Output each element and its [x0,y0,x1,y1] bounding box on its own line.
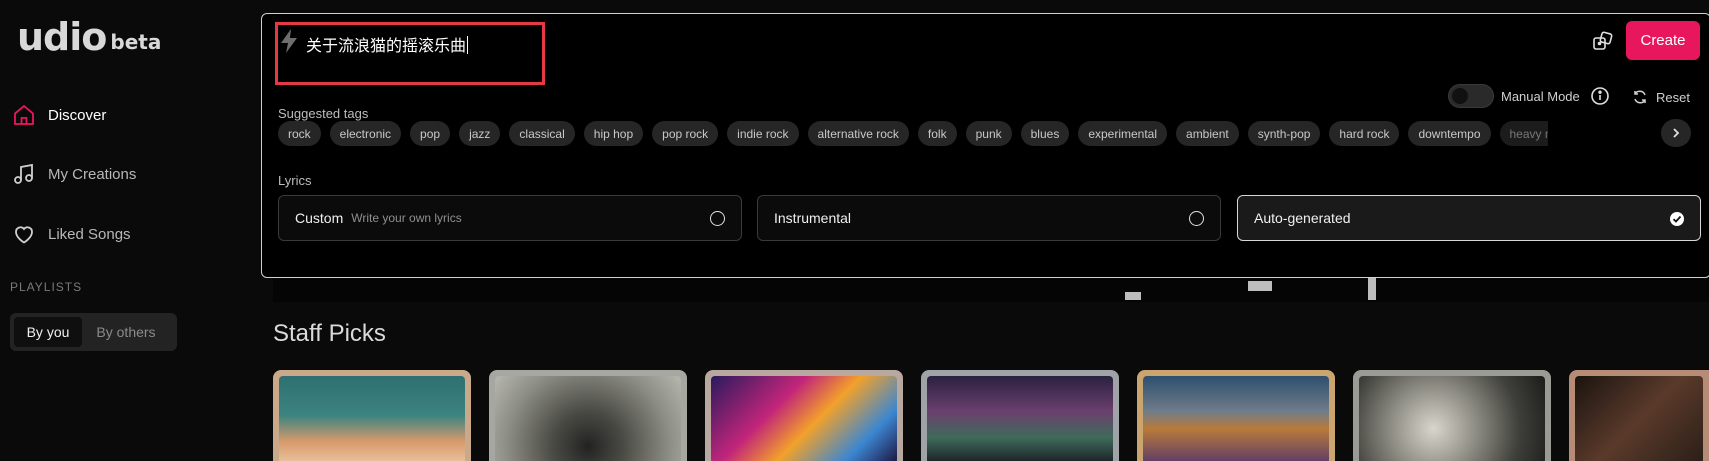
logo-text: udio [17,15,107,59]
sidebar-item-liked-songs[interactable]: Liked Songs [12,222,131,246]
song-card[interactable] [273,370,471,461]
sidebar-item-my-creations[interactable]: My Creations [12,162,136,186]
toggle-knob [1452,88,1468,104]
sidebar-item-discover[interactable]: Discover [12,103,106,127]
album-art [1575,376,1703,461]
tag-chip[interactable]: indie rock [727,121,799,146]
tag-chip[interactable]: classical [509,121,575,146]
album-art [495,376,681,461]
radio-unchecked-icon [710,211,725,226]
tag-chip[interactable]: ambient [1176,121,1239,146]
tag-chip[interactable]: jazz [459,121,501,146]
song-card[interactable] [489,370,687,461]
manual-mode-toggle[interactable] [1448,84,1494,108]
album-art [927,376,1113,461]
text-caret [467,36,469,54]
lyrics-option-auto-generated[interactable]: Auto-generated [1237,195,1701,241]
album-art [1359,376,1545,461]
tag-chip[interactable]: downtempo [1408,121,1491,146]
radio-unchecked-icon [1189,211,1204,226]
manual-mode-label: Manual Mode [1501,89,1580,104]
radio-checked-icon [1670,212,1684,226]
waveform-bar [1125,292,1141,300]
prompt-value: 关于流浪猫的摇滚乐曲 [306,36,467,55]
reset-label: Reset [1656,89,1690,105]
tab-by-you[interactable]: By you [14,317,82,347]
lightning-icon [281,29,297,53]
lyrics-option-custom[interactable]: Custom Write your own lyrics [278,195,742,241]
heart-icon [15,226,33,244]
tab-by-others[interactable]: By others [82,317,170,347]
tag-chip[interactable]: pop rock [652,121,719,146]
chevron-right-icon [1673,128,1680,138]
tag-chip[interactable]: folk [917,121,957,146]
suggested-tags-list: rock electronic pop jazz classical hip h… [278,121,1548,147]
tag-chip[interactable]: experimental [1078,121,1168,146]
suggested-tags-label: Suggested tags [278,106,369,121]
lyrics-option-title: Auto-generated [1254,210,1351,226]
sidebar-item-label: Liked Songs [48,225,131,243]
song-card[interactable] [705,370,903,461]
sidebar-item-label: My Creations [48,165,137,183]
tag-chip[interactable]: blues [1020,121,1070,146]
playlist-segmented-control: By you By others [10,313,177,351]
sidebar: udio beta Discover My Creations Liked So… [0,0,261,461]
staff-picks-heading: Staff Picks [273,320,386,347]
lyrics-option-title: Custom [295,210,344,226]
prompt-input[interactable]: 关于流浪猫的摇滚乐曲 [306,32,469,56]
waveform-strip [273,278,1709,302]
playlists-heading: PLAYLISTS [10,280,83,294]
tag-chip[interactable]: pop [410,121,451,146]
lyrics-option-instrumental[interactable]: Instrumental [757,195,1221,241]
song-card[interactable] [1353,370,1551,461]
album-art [711,376,897,461]
album-art [279,376,465,461]
song-card[interactable] [1137,370,1335,461]
tag-chip[interactable]: electronic [329,121,402,146]
music-note-icon [14,163,33,184]
dice-icon[interactable] [1592,30,1614,52]
tag-chip[interactable]: punk [965,121,1012,146]
create-panel: 关于流浪猫的摇滚乐曲 Create Manual Mode Reset Sugg… [261,13,1709,278]
home-icon [14,104,34,125]
tag-chip[interactable]: alternative rock [807,121,909,146]
beta-badge: beta [110,30,162,54]
tag-chip[interactable]: hard rock [1329,121,1400,146]
album-art [1143,376,1329,461]
refresh-icon [1634,90,1646,104]
create-button[interactable]: Create [1626,21,1700,60]
sidebar-item-label: Discover [48,106,107,124]
lyrics-label: Lyrics [278,173,312,188]
waveform-bar [1368,278,1376,300]
tag-chip[interactable]: hip hop [583,121,644,146]
tag-chip[interactable]: synth-pop [1247,121,1321,146]
tag-chip[interactable]: rock [278,121,321,146]
song-card[interactable] [1569,370,1709,461]
lyrics-option-subtitle: Write your own lyrics [351,211,462,225]
udio-logo[interactable]: udio beta [17,18,161,56]
reset-button[interactable]: Reset [1632,89,1690,105]
waveform-bar [1248,281,1272,291]
song-card[interactable] [921,370,1119,461]
tags-next-button[interactable] [1661,119,1691,147]
info-icon[interactable] [1590,86,1610,106]
lyrics-option-title: Instrumental [774,210,852,226]
tag-chip[interactable]: heavy metal [1499,121,1548,146]
